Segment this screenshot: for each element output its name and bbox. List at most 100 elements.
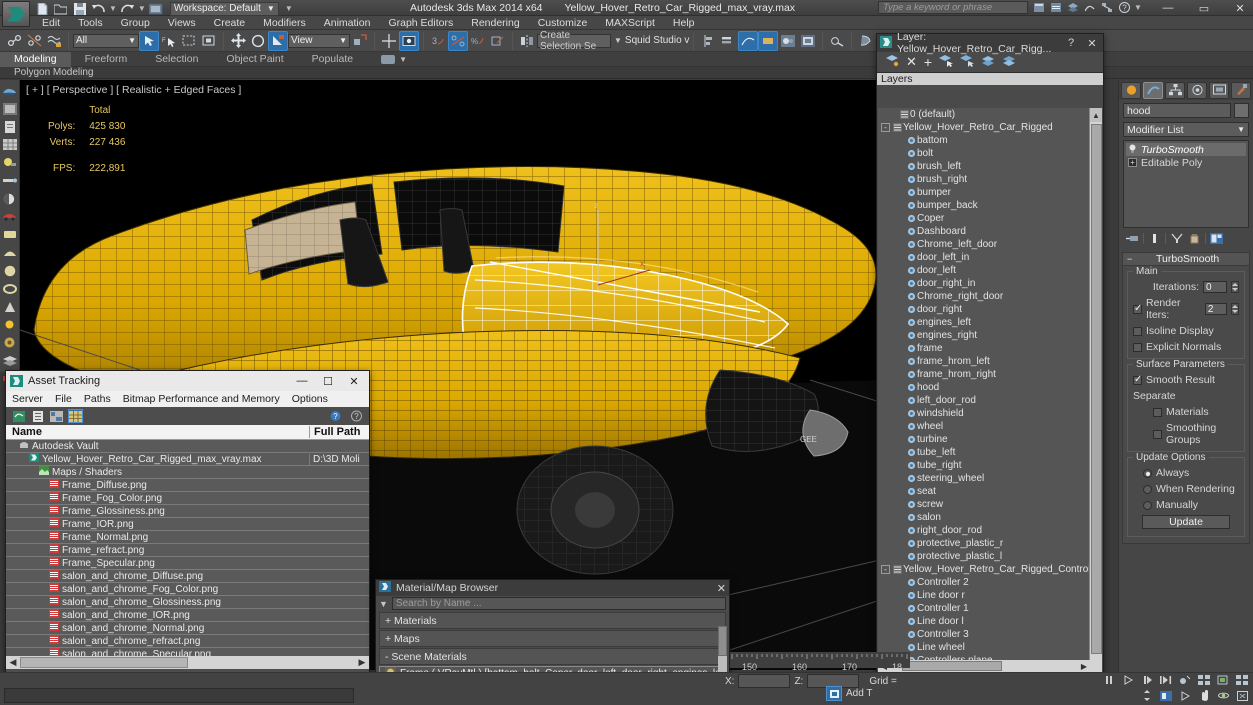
open-file-icon[interactable] (52, 2, 69, 16)
help-assets-icon[interactable]: ? (328, 409, 343, 423)
mirror-icon[interactable] (517, 31, 537, 51)
ribbon-tab-object-paint[interactable]: Object Paint (212, 52, 297, 67)
undo-dropdown-arrow[interactable]: ▼ (109, 4, 117, 13)
render-frame-window-icon[interactable] (827, 31, 847, 51)
app-logo-button[interactable] (2, 1, 30, 27)
new-file-icon[interactable] (33, 2, 50, 16)
schematic-view-toolbar-icon[interactable] (758, 30, 779, 51)
add-selection-to-highlighted-layer-icon[interactable] (1002, 54, 1016, 70)
ribbon-tab-selection[interactable]: Selection (141, 52, 212, 67)
remove-modifier-icon[interactable] (1187, 231, 1202, 245)
play-animation-icon[interactable] (1121, 673, 1135, 686)
iterations-input[interactable]: 0 (1203, 281, 1227, 293)
pan-view-icon[interactable] (1197, 689, 1211, 702)
menu-item-rendering[interactable]: Rendering (462, 16, 528, 30)
menu-item-group[interactable]: Group (112, 16, 159, 30)
layer-row[interactable]: bumper_back (878, 199, 1090, 212)
material-group-materials[interactable]: + Materials (379, 612, 726, 629)
x-input[interactable] (738, 674, 791, 688)
set-key-icon[interactable] (1159, 689, 1173, 702)
layer-row[interactable]: Dashboard (878, 225, 1090, 238)
layer-row[interactable]: door_right (878, 303, 1090, 316)
undo-history-icon[interactable] (1032, 1, 1046, 14)
cone-primitive-icon[interactable] (1, 298, 19, 315)
asset-row[interactable]: Frame_IOR.png (6, 518, 369, 531)
render-iters-spinner[interactable] (1231, 303, 1239, 315)
material-browser-menu-arrow[interactable]: ▼ (379, 599, 388, 609)
isoline-display-checkbox[interactable] (1133, 326, 1142, 336)
layer-dialog-close-button[interactable]: ✕ (1084, 37, 1100, 50)
modifier-stack[interactable]: TurboSmooth + Editable Poly (1123, 140, 1249, 228)
layer-row[interactable]: Chrome_left_door (878, 238, 1090, 251)
layer-row[interactable]: Line door r (878, 589, 1090, 602)
stack-layers-icon[interactable] (1, 352, 19, 369)
layer-row[interactable]: hood (878, 381, 1090, 394)
modifier-stack-item-editable-poly[interactable]: + Editable Poly (1126, 156, 1246, 169)
asset-row[interactable]: Frame_Normal.png (6, 531, 369, 544)
layer-row[interactable]: Controller 1 (878, 602, 1090, 615)
expand-plus-icon[interactable]: + (1128, 158, 1137, 167)
select-highlighted-layers-icon[interactable] (981, 54, 995, 70)
layer-row[interactable]: bolt (878, 147, 1090, 160)
asset-row[interactable]: Maps / Shaders (6, 466, 369, 479)
asset-row[interactable]: salon_and_chrome_Fog_Color.png (6, 583, 369, 596)
asset-scroll-left-arrow[interactable]: ◀ (6, 657, 20, 668)
info-center-icon[interactable]: ? (1117, 1, 1131, 14)
key-mode-toggle-icon[interactable] (826, 686, 842, 701)
moon-shade-icon[interactable] (1, 190, 19, 207)
workspace-selector[interactable]: Workspace: Default ▼ (169, 1, 279, 16)
maximize-viewport-icon[interactable] (1235, 689, 1249, 702)
highlight-selected-objects-icon[interactable] (960, 54, 975, 70)
hover-car-icon[interactable] (1, 82, 19, 99)
render-frame-icon[interactable] (1, 100, 19, 117)
layer-row[interactable]: tube_left (878, 446, 1090, 459)
menu-item-create[interactable]: Create (205, 16, 255, 30)
document-icon[interactable] (1, 118, 19, 135)
ribbon-tab-modeling[interactable]: Modeling (0, 51, 71, 67)
layer-manager-icon[interactable] (718, 31, 738, 51)
dome-primitive-icon[interactable] (1, 244, 19, 261)
menu-item-edit[interactable]: Edit (33, 16, 69, 30)
layer-row[interactable]: frame (878, 342, 1090, 355)
asset-row[interactable]: Autodesk Vault (6, 440, 369, 453)
asset-table-body[interactable]: Autodesk Vault Yellow_Hover_Retro_Car_Rig… (6, 440, 369, 656)
display-tab[interactable] (1209, 81, 1229, 99)
layer-expander-icon[interactable]: - (881, 123, 890, 132)
layer-row[interactable]: bumper (878, 186, 1090, 199)
ribbon-minimize-icon[interactable] (381, 54, 396, 64)
maximize-viewport-toggle-icon[interactable] (1235, 673, 1249, 686)
object-color-swatch[interactable] (1234, 103, 1249, 118)
update-always-row[interactable]: Always (1133, 467, 1239, 479)
next-frame-icon[interactable] (1140, 673, 1154, 686)
scroll-thumb[interactable] (1091, 124, 1102, 654)
align-icon[interactable] (698, 31, 718, 51)
save-file-icon[interactable] (71, 2, 88, 16)
separate-smoothing-groups-checkbox[interactable] (1153, 429, 1162, 439)
pin-stack-icon[interactable] (1125, 231, 1140, 245)
material-group-maps[interactable]: + Maps (379, 630, 726, 647)
material-search-input[interactable]: Search by Name ... (391, 597, 726, 610)
layer-row[interactable]: Controller 2 (878, 576, 1090, 589)
show-end-result-icon[interactable] (1147, 231, 1162, 245)
window-crossing-toggle-icon[interactable] (199, 31, 219, 51)
select-object-icon[interactable] (139, 30, 159, 51)
hscroll-thumb[interactable] (902, 661, 1002, 671)
update-when-rendering-radio[interactable] (1143, 484, 1152, 494)
select-and-link-icon[interactable] (4, 31, 24, 51)
hierarchy-tab[interactable] (1165, 81, 1185, 99)
qat-overflow-arrow[interactable]: ▼ (285, 4, 293, 13)
redo-dropdown-arrow[interactable]: ▼ (138, 4, 146, 13)
spreadsheet-icon[interactable] (1, 136, 19, 153)
rollout-collapse-icon[interactable]: − (1127, 254, 1132, 264)
spinner-snap-icon[interactable]: % (468, 31, 488, 51)
menu-item-graph-editors[interactable]: Graph Editors (379, 16, 462, 30)
render-iters-checkbox[interactable] (1133, 303, 1142, 314)
asset-row[interactable]: salon_and_chrome_Diffuse.png (6, 570, 369, 583)
scene-explorer-icon[interactable] (1049, 1, 1063, 14)
project-folder-icon[interactable] (148, 2, 165, 16)
explicit-normals-checkbox[interactable] (1133, 342, 1142, 352)
material-browser-close-button[interactable]: ✕ (717, 582, 726, 595)
select-and-manipulate-icon[interactable] (379, 31, 399, 51)
previous-frame-icon[interactable] (1102, 673, 1116, 686)
asset-menu-paths[interactable]: Paths (84, 393, 111, 405)
